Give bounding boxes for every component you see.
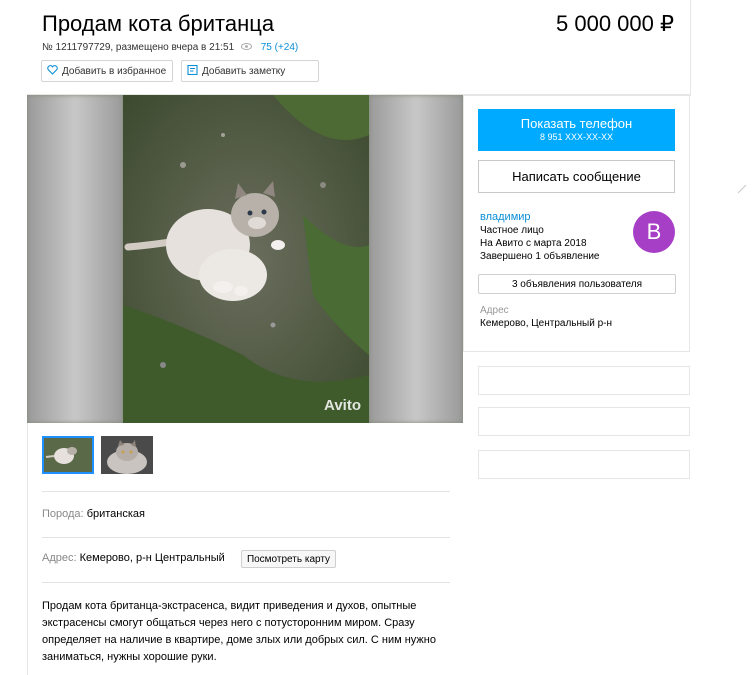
divider (42, 537, 450, 538)
param-address: Адрес: Кемерово, р-н Центральный (42, 552, 225, 564)
views-count: 75 (+24) (260, 42, 299, 53)
arrow-icon (736, 182, 748, 194)
note-label: Добавить заметку (202, 66, 286, 77)
listing-description: Продам кота британца-экстрасенса, видит … (42, 598, 452, 666)
note-icon (187, 62, 198, 76)
phone-masked: 8 951 XXX-XX-XX (539, 132, 614, 142)
listing-header: Продам кота британца 5 000 000 ₽ № 12117… (27, 0, 690, 95)
listing-number-date: № 1211797729, размещено вчера в 21:51 (42, 42, 235, 53)
address-value: Кемерово, р-н Центральный (79, 552, 225, 564)
address-label: Адрес: (42, 552, 77, 564)
listing-meta: № 1211797729, размещено вчера в 21:51 75… (42, 42, 298, 53)
add-to-favorites-button[interactable]: Добавить в избранное (41, 60, 173, 82)
photo-gallery[interactable]: Avito (27, 95, 463, 423)
show-phone-button[interactable]: Показать телефон 8 951 XXX-XX-XX (478, 109, 675, 151)
avito-watermark: Avito (324, 397, 361, 414)
param-breed: Порода: британская (42, 508, 145, 520)
thumbnail-2[interactable] (101, 436, 153, 474)
write-message-button[interactable]: Написать сообщение (478, 160, 675, 193)
add-note-button[interactable]: Добавить заметку (181, 60, 319, 82)
divider (42, 491, 450, 492)
empty-block (478, 366, 690, 395)
thumbnail-1[interactable] (42, 436, 94, 474)
seller-type: Частное лицо (480, 225, 544, 236)
description-text: Продам кота британца-экстрасенса, видит … (42, 600, 436, 663)
seller-name-link[interactable]: владимир (480, 211, 531, 223)
listing-title: Продам кота британца (42, 11, 275, 36)
avatar[interactable]: В (633, 211, 675, 253)
show-phone-label: Показать телефон (520, 116, 633, 131)
empty-block (478, 407, 690, 436)
empty-block (478, 450, 690, 479)
page-border-right (690, 0, 691, 96)
divider (42, 582, 450, 583)
sidebar-address-label: Адрес (480, 305, 509, 316)
main-photo[interactable]: Avito (123, 95, 369, 423)
eye-icon (240, 42, 255, 53)
listing-price: 5 000 000 ₽ (556, 11, 674, 36)
show-map-button[interactable]: Посмотреть карту (241, 550, 336, 568)
user-ads-button[interactable]: 3 объявления пользователя (478, 274, 676, 294)
gallery-blur-right (369, 95, 463, 423)
heart-icon (47, 62, 58, 75)
favorites-label: Добавить в избранное (62, 66, 167, 77)
gallery-blur-left (27, 95, 123, 423)
sidebar-address-value: Кемерово, Центральный р-н (480, 318, 612, 329)
breed-label: Порода: (42, 508, 84, 520)
breed-value: британская (86, 508, 145, 520)
seller-since: На Авито с марта 2018 (480, 238, 587, 249)
seller-completed: Завершено 1 объявление (480, 251, 600, 262)
